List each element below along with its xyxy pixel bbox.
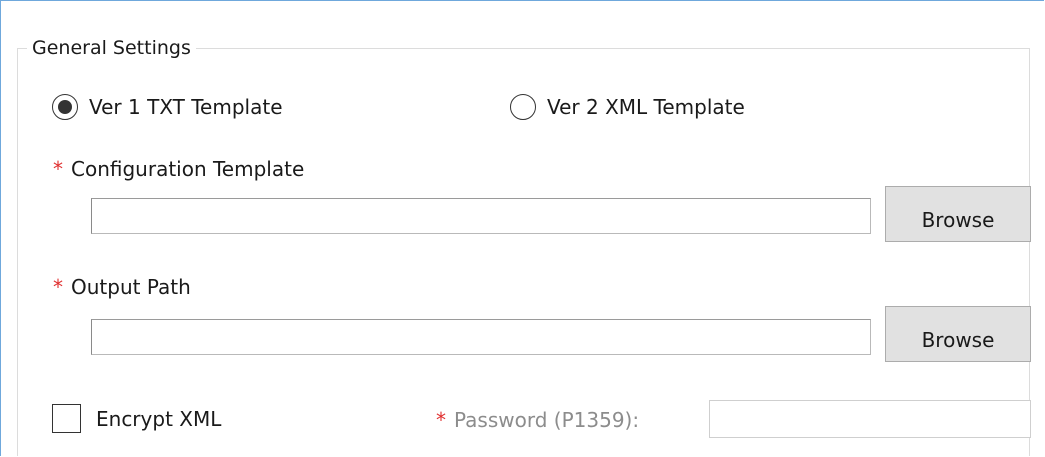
password-input: [709, 400, 1031, 438]
checkbox-unchecked-indicator: [52, 404, 81, 433]
radio-selected-indicator: [52, 94, 78, 120]
output-path-label-text: Output Path: [71, 275, 191, 299]
encrypt-xml-label: Encrypt XML: [96, 406, 222, 431]
groupbox-title: General Settings: [27, 35, 196, 61]
browse-configuration-template-button[interactable]: Browse: [885, 186, 1031, 242]
output-path-input[interactable]: [91, 319, 871, 355]
output-path-label: * Output Path: [53, 274, 191, 300]
required-asterisk: *: [53, 157, 63, 181]
radio-ver1-label: Ver 1 TXT Template: [89, 95, 283, 119]
encrypt-xml-checkbox[interactable]: Encrypt XML: [52, 404, 221, 433]
browse-output-path-button[interactable]: Browse: [885, 306, 1031, 362]
radio-ver2-xml-template[interactable]: Ver 2 XML Template: [510, 94, 745, 120]
configuration-template-input[interactable]: [91, 198, 871, 234]
radio-dot-icon: [58, 100, 72, 114]
configuration-template-label-text: Configuration Template: [71, 157, 305, 181]
radio-ver2-label: Ver 2 XML Template: [547, 95, 745, 119]
configuration-template-label: * Configuration Template: [53, 156, 304, 182]
required-asterisk: *: [53, 275, 63, 299]
general-settings-panel: General Settings Ver 1 TXT Template Ver …: [0, 0, 1044, 456]
password-label: * Password (P1359):: [436, 407, 639, 433]
radio-unselected-indicator: [510, 94, 536, 120]
radio-ver1-txt-template[interactable]: Ver 1 TXT Template: [52, 94, 283, 120]
password-label-text: Password (P1359):: [454, 408, 640, 432]
groupbox-border-left: [17, 48, 18, 456]
required-asterisk: *: [436, 408, 446, 432]
groupbox-border-right: [1029, 48, 1030, 456]
